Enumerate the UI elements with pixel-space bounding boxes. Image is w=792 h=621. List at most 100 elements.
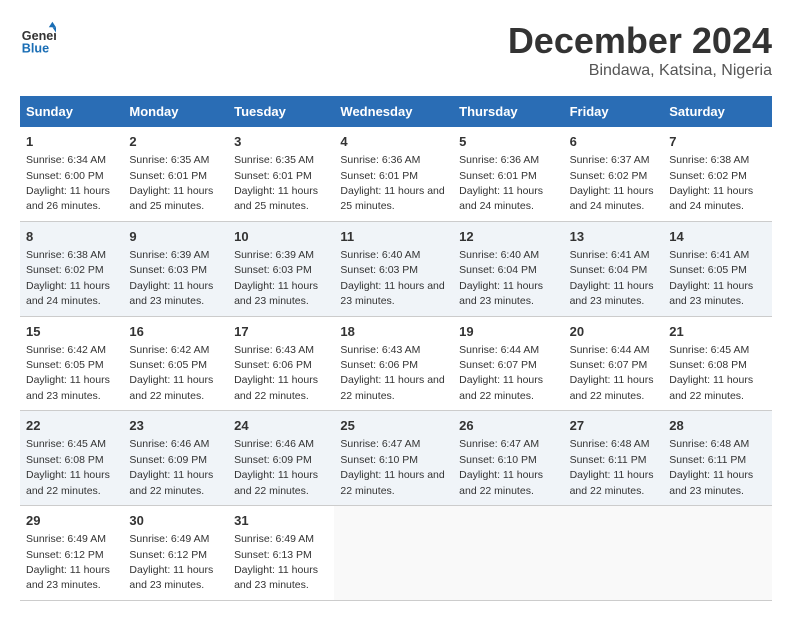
sunrise-info: Sunrise: 6:48 AM xyxy=(669,438,749,450)
day-number: 15 xyxy=(26,323,117,341)
day-number: 8 xyxy=(26,228,117,246)
sunrise-info: Sunrise: 6:40 AM xyxy=(459,249,539,261)
day-number: 1 xyxy=(26,133,117,151)
table-row: 28 Sunrise: 6:48 AM Sunset: 6:11 PM Dayl… xyxy=(663,411,772,506)
sunset-info: Sunset: 6:12 PM xyxy=(26,549,104,561)
table-row: 15 Sunrise: 6:42 AM Sunset: 6:05 PM Dayl… xyxy=(20,316,123,411)
day-number: 5 xyxy=(459,133,557,151)
sunset-info: Sunset: 6:01 PM xyxy=(340,170,418,182)
sunset-info: Sunset: 6:13 PM xyxy=(234,549,312,561)
header-friday: Friday xyxy=(564,96,664,127)
day-number: 17 xyxy=(234,323,328,341)
page-subtitle: Bindawa, Katsina, Nigeria xyxy=(508,62,772,80)
day-number: 18 xyxy=(340,323,447,341)
sunset-info: Sunset: 6:11 PM xyxy=(570,454,647,466)
sunrise-info: Sunrise: 6:35 AM xyxy=(129,154,209,166)
table-row: 17 Sunrise: 6:43 AM Sunset: 6:06 PM Dayl… xyxy=(228,316,334,411)
day-number: 3 xyxy=(234,133,328,151)
sunset-info: Sunset: 6:10 PM xyxy=(340,454,418,466)
table-row: 3 Sunrise: 6:35 AM Sunset: 6:01 PM Dayli… xyxy=(228,127,334,221)
day-number: 16 xyxy=(129,323,222,341)
day-number: 28 xyxy=(669,417,766,435)
day-number: 25 xyxy=(340,417,447,435)
sunrise-info: Sunrise: 6:42 AM xyxy=(26,344,106,356)
sunset-info: Sunset: 6:08 PM xyxy=(26,454,104,466)
calendar-week-row: 1 Sunrise: 6:34 AM Sunset: 6:00 PM Dayli… xyxy=(20,127,772,221)
sunrise-info: Sunrise: 6:45 AM xyxy=(26,438,106,450)
table-row: 2 Sunrise: 6:35 AM Sunset: 6:01 PM Dayli… xyxy=(123,127,228,221)
day-number: 13 xyxy=(570,228,658,246)
table-row: 16 Sunrise: 6:42 AM Sunset: 6:05 PM Dayl… xyxy=(123,316,228,411)
sunset-info: Sunset: 6:05 PM xyxy=(129,359,207,371)
sunrise-info: Sunrise: 6:43 AM xyxy=(234,344,314,356)
header-thursday: Thursday xyxy=(453,96,563,127)
daylight-info: Daylight: 11 hours and 22 minutes. xyxy=(26,469,110,496)
table-row: 5 Sunrise: 6:36 AM Sunset: 6:01 PM Dayli… xyxy=(453,127,563,221)
logo: General Blue xyxy=(20,20,56,56)
table-row xyxy=(334,506,453,601)
day-number: 2 xyxy=(129,133,222,151)
sunrise-info: Sunrise: 6:49 AM xyxy=(26,533,106,545)
sunrise-info: Sunrise: 6:41 AM xyxy=(669,249,749,261)
sunrise-info: Sunrise: 6:49 AM xyxy=(129,533,209,545)
sunset-info: Sunset: 6:10 PM xyxy=(459,454,537,466)
sunset-info: Sunset: 6:01 PM xyxy=(129,170,207,182)
sunset-info: Sunset: 6:09 PM xyxy=(234,454,312,466)
header-tuesday: Tuesday xyxy=(228,96,334,127)
sunset-info: Sunset: 6:04 PM xyxy=(570,264,648,276)
sunset-info: Sunset: 6:03 PM xyxy=(129,264,207,276)
daylight-info: Daylight: 11 hours and 25 minutes. xyxy=(234,185,318,212)
daylight-info: Daylight: 11 hours and 22 minutes. xyxy=(129,374,213,401)
sunrise-info: Sunrise: 6:38 AM xyxy=(26,249,106,261)
day-number: 6 xyxy=(570,133,658,151)
sunrise-info: Sunrise: 6:38 AM xyxy=(669,154,749,166)
sunrise-info: Sunrise: 6:44 AM xyxy=(570,344,650,356)
day-number: 21 xyxy=(669,323,766,341)
day-number: 9 xyxy=(129,228,222,246)
daylight-info: Daylight: 11 hours and 25 minutes. xyxy=(129,185,213,212)
calendar-week-row: 22 Sunrise: 6:45 AM Sunset: 6:08 PM Dayl… xyxy=(20,411,772,506)
table-row: 18 Sunrise: 6:43 AM Sunset: 6:06 PM Dayl… xyxy=(334,316,453,411)
daylight-info: Daylight: 11 hours and 23 minutes. xyxy=(26,564,110,591)
sunrise-info: Sunrise: 6:47 AM xyxy=(459,438,539,450)
table-row: 29 Sunrise: 6:49 AM Sunset: 6:12 PM Dayl… xyxy=(20,506,123,601)
table-row: 1 Sunrise: 6:34 AM Sunset: 6:00 PM Dayli… xyxy=(20,127,123,221)
day-number: 23 xyxy=(129,417,222,435)
day-number: 31 xyxy=(234,512,328,530)
table-row: 26 Sunrise: 6:47 AM Sunset: 6:10 PM Dayl… xyxy=(453,411,563,506)
table-row: 11 Sunrise: 6:40 AM Sunset: 6:03 PM Dayl… xyxy=(334,221,453,316)
daylight-info: Daylight: 11 hours and 23 minutes. xyxy=(234,564,318,591)
sunrise-info: Sunrise: 6:47 AM xyxy=(340,438,420,450)
daylight-info: Daylight: 11 hours and 23 minutes. xyxy=(669,280,753,307)
sunset-info: Sunset: 6:07 PM xyxy=(570,359,648,371)
sunrise-info: Sunrise: 6:36 AM xyxy=(459,154,539,166)
sunrise-info: Sunrise: 6:35 AM xyxy=(234,154,314,166)
sunrise-info: Sunrise: 6:37 AM xyxy=(570,154,650,166)
title-section: December 2024 Bindawa, Katsina, Nigeria xyxy=(508,20,772,80)
daylight-info: Daylight: 11 hours and 22 minutes. xyxy=(459,374,543,401)
header-monday: Monday xyxy=(123,96,228,127)
table-row: 23 Sunrise: 6:46 AM Sunset: 6:09 PM Dayl… xyxy=(123,411,228,506)
calendar-header-row: Sunday Monday Tuesday Wednesday Thursday… xyxy=(20,96,772,127)
sunrise-info: Sunrise: 6:44 AM xyxy=(459,344,539,356)
calendar-week-row: 8 Sunrise: 6:38 AM Sunset: 6:02 PM Dayli… xyxy=(20,221,772,316)
table-row: 10 Sunrise: 6:39 AM Sunset: 6:03 PM Dayl… xyxy=(228,221,334,316)
sunrise-info: Sunrise: 6:41 AM xyxy=(570,249,650,261)
sunrise-info: Sunrise: 6:40 AM xyxy=(340,249,420,261)
day-number: 29 xyxy=(26,512,117,530)
sunset-info: Sunset: 6:02 PM xyxy=(26,264,104,276)
daylight-info: Daylight: 11 hours and 26 minutes. xyxy=(26,185,110,212)
sunrise-info: Sunrise: 6:46 AM xyxy=(129,438,209,450)
daylight-info: Daylight: 11 hours and 25 minutes. xyxy=(340,185,444,212)
daylight-info: Daylight: 11 hours and 22 minutes. xyxy=(669,374,753,401)
sunrise-info: Sunrise: 6:48 AM xyxy=(570,438,650,450)
table-row: 4 Sunrise: 6:36 AM Sunset: 6:01 PM Dayli… xyxy=(334,127,453,221)
daylight-info: Daylight: 11 hours and 24 minutes. xyxy=(669,185,753,212)
table-row: 22 Sunrise: 6:45 AM Sunset: 6:08 PM Dayl… xyxy=(20,411,123,506)
sunset-info: Sunset: 6:01 PM xyxy=(234,170,312,182)
sunset-info: Sunset: 6:12 PM xyxy=(129,549,207,561)
day-number: 10 xyxy=(234,228,328,246)
sunset-info: Sunset: 6:04 PM xyxy=(459,264,537,276)
table-row xyxy=(564,506,664,601)
table-row: 7 Sunrise: 6:38 AM Sunset: 6:02 PM Dayli… xyxy=(663,127,772,221)
